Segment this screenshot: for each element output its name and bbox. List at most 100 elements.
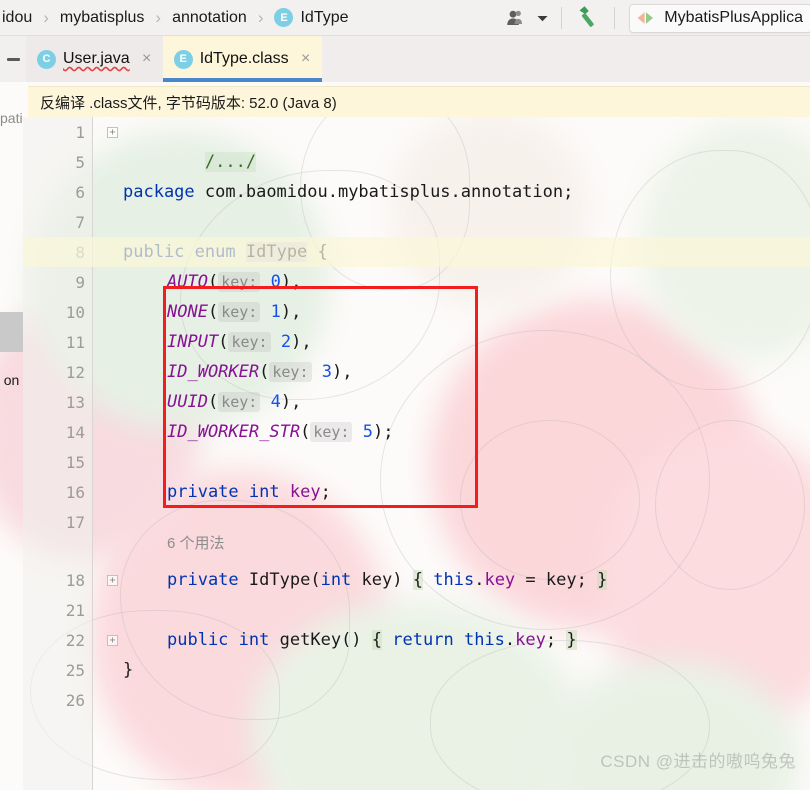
line-number: 25 <box>65 660 85 680</box>
keyword-int: int <box>248 482 280 502</box>
left-strip-scroll-thumb[interactable] <box>0 312 23 352</box>
run-configuration-selector[interactable]: MybatisPlusApplica <box>629 3 810 33</box>
code-line-13: UUID(key: 4), <box>167 392 302 412</box>
enum-terminator: , <box>291 392 302 412</box>
param-hint: key: <box>218 302 261 322</box>
editor-tab-idtype-class[interactable]: E IdType.class × <box>162 36 322 82</box>
enum-value: 0 <box>270 272 281 292</box>
keyword-this: this <box>433 570 475 590</box>
breadcrumb-separator: › <box>155 7 162 27</box>
close-brace: } <box>123 660 134 680</box>
param-hint: key: <box>228 332 271 352</box>
breadcrumb-toolbar: idou › mybatisplus › annotation › E IdTy… <box>0 0 810 36</box>
keyword-int: int <box>238 630 270 650</box>
line-number: 17 <box>65 512 85 532</box>
param-hint: key: <box>269 362 312 382</box>
toolbar-right: MybatisPlusApplica <box>502 0 810 36</box>
enum-constant-auto: AUTO <box>167 272 208 292</box>
user-icon[interactable] <box>502 0 532 36</box>
field-key: key <box>515 630 546 650</box>
line-number: 1 <box>75 122 85 142</box>
code-line-9: AUTO(key: 0), <box>167 272 302 292</box>
enum-constant-input: INPUT <box>167 332 219 352</box>
keyword-this: this <box>463 630 505 650</box>
enum-constant-id-worker-str: ID_WORKER_STR <box>167 422 301 442</box>
hammer-build-icon[interactable] <box>570 0 606 36</box>
method-getkey: getKey <box>279 630 342 650</box>
line-number: 13 <box>65 392 85 412</box>
editor-gutter[interactable]: 1 5 6 7 8 9 10 11 12 13 14 15 16 17 18 2… <box>23 117 118 790</box>
breadcrumb-item-3[interactable]: E IdType <box>272 8 350 27</box>
code-line-22: public int getKey() { return this.key; } <box>167 630 577 650</box>
ide-window: idou › mybatisplus › annotation › E IdTy… <box>0 0 810 790</box>
breadcrumb-item-2[interactable]: annotation <box>170 9 249 27</box>
line-number: 6 <box>75 182 85 202</box>
collapsed-comment-fold[interactable]: /.../ <box>204 152 257 172</box>
open-brace: { <box>412 570 423 590</box>
line-number: 9 <box>75 272 85 292</box>
param-hint: key: <box>218 392 261 412</box>
toolbar-divider <box>561 7 563 29</box>
code-line-14: ID_WORKER_STR(key: 5); <box>167 422 394 442</box>
code-editor[interactable]: 1 5 6 7 8 9 10 11 12 13 14 15 16 17 18 2… <box>23 117 810 790</box>
minimize-icon[interactable] <box>0 36 26 82</box>
editor-code-area[interactable]: /.../ package com.baomidou.mybatisplus.a… <box>94 117 810 790</box>
package-name: com.baomidou.mybatisplus.annotation; <box>204 182 574 202</box>
line-number: 10 <box>65 302 85 322</box>
breadcrumb: idou › mybatisplus › annotation › E IdTy… <box>0 8 351 28</box>
enum-value: 3 <box>321 362 332 382</box>
close-icon[interactable]: × <box>140 51 154 67</box>
keyword-private: private <box>167 482 239 502</box>
csdn-watermark: CSDN @进击的嗷呜兔兔 <box>600 752 796 771</box>
code-line-10: NONE(key: 1), <box>167 302 302 322</box>
field-key: key <box>484 570 516 590</box>
enum-terminator: , <box>291 302 302 322</box>
breadcrumb-item-3-label: IdType <box>300 8 349 26</box>
line-number: 7 <box>75 212 85 232</box>
chevron-down-icon[interactable] <box>532 0 553 36</box>
line-number: 21 <box>65 600 85 620</box>
line-number: 18 <box>65 570 85 590</box>
banner-text: 反编译 .class文件, 字节码版本: 52.0 (Java 8) <box>40 94 337 112</box>
usages-inlay-hint[interactable]: 6 个用法 <box>167 531 225 557</box>
line-number: 26 <box>65 690 85 710</box>
keyword-private: private <box>167 570 239 590</box>
keyword-int: int <box>320 570 352 590</box>
open-brace: { <box>371 630 383 650</box>
enum-constant-uuid: UUID <box>167 392 208 412</box>
code-line-11: INPUT(key: 2), <box>167 332 312 352</box>
line-number: 15 <box>65 452 85 472</box>
enum-constant-none: NONE <box>167 302 208 322</box>
left-strip-label[interactable]: on <box>0 367 23 393</box>
breadcrumb-item-0[interactable]: idou <box>0 9 34 27</box>
line-number: 5 <box>75 152 85 172</box>
decompiled-notification-banner: 反编译 .class文件, 字节码版本: 52.0 (Java 8) <box>28 86 810 117</box>
breadcrumb-separator: › <box>257 7 264 27</box>
param-key: key <box>545 570 577 590</box>
code-line-12: ID_WORKER(key: 3), <box>167 362 353 382</box>
run-config-label: MybatisPlusApplica <box>664 9 803 26</box>
line-number: 22 <box>65 630 85 650</box>
param-key: key <box>361 570 393 590</box>
left-tool-strip: pati on <box>0 82 23 790</box>
enum-constant-id-worker: ID_WORKER <box>167 362 260 382</box>
code-line-6: package com.baomidou.mybatisplus.annotat… <box>123 177 573 207</box>
line-number: 11 <box>65 332 85 352</box>
toolbar-divider-2 <box>614 7 616 29</box>
code-line-16: private int key; <box>167 482 331 502</box>
editor-tab-label: User.java <box>63 50 130 67</box>
param-hint: key: <box>310 422 353 442</box>
enum-terminator: ; <box>383 422 394 442</box>
code-line-18: private IdType(int key) { this.key = key… <box>167 570 608 590</box>
close-icon[interactable]: × <box>299 51 313 67</box>
breadcrumb-item-1[interactable]: mybatisplus <box>58 9 146 27</box>
editor-tab-user-java[interactable]: C User.java × <box>26 36 163 82</box>
close-brace: } <box>597 570 608 590</box>
code-line-1: /.../ <box>123 117 257 172</box>
enum-badge-icon: E <box>274 8 294 27</box>
constructor-name: IdType <box>248 570 311 590</box>
line-number: 16 <box>65 482 85 502</box>
param-hint: key: <box>218 272 261 292</box>
enum-value: 2 <box>280 332 292 352</box>
keyword-public: public <box>167 630 229 650</box>
